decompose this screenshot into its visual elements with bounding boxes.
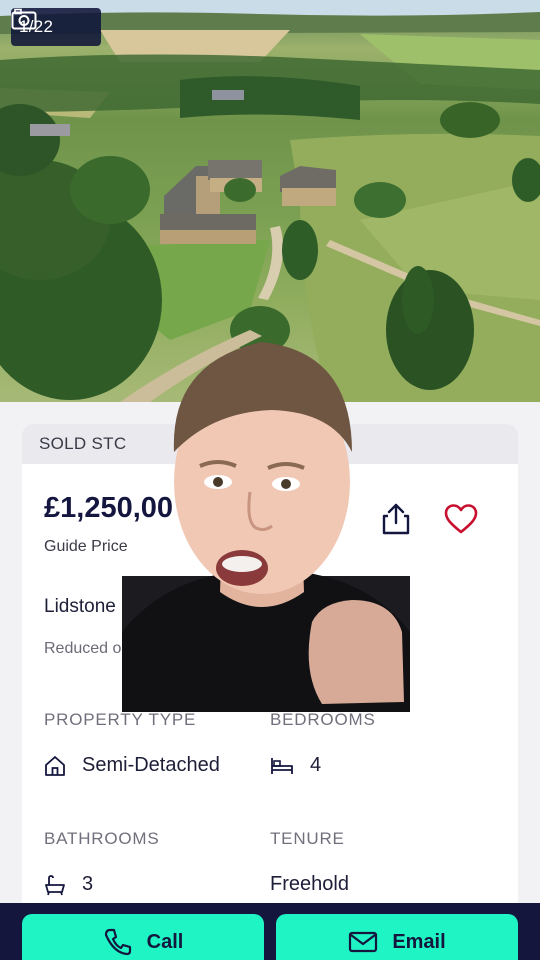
price-qualifier: Guide Price (44, 538, 128, 555)
tenure-text: Freehold (270, 873, 349, 895)
email-button-label: Email (392, 930, 446, 953)
photo-counter[interactable]: 1/22 (11, 8, 101, 46)
camera-icon (11, 8, 37, 30)
email-button[interactable]: Email (276, 914, 518, 960)
heart-icon[interactable] (443, 502, 479, 536)
property-listing-page: 1/22 SOLD STC £1,250,00 Guide Price Lids… (0, 0, 540, 960)
property-type-value: Semi-Detached (44, 754, 220, 777)
property-type-label: PROPERTY TYPE (44, 710, 197, 729)
phone-icon (104, 928, 131, 956)
bedrooms-label: BEDROOMS (270, 710, 376, 729)
call-button-label: Call (146, 930, 184, 953)
status-badge: SOLD STC (39, 434, 127, 453)
bathrooms-label: BATHROOMS (44, 829, 160, 848)
envelope-icon (349, 931, 378, 953)
tenure-value: Freehold (270, 873, 349, 896)
bathrooms-value: 3 (44, 873, 93, 896)
bedrooms-text: 4 (310, 754, 322, 776)
property-type-text: Semi-Detached (82, 754, 220, 776)
bath-icon (45, 874, 65, 895)
presenter-video-overlay (122, 342, 410, 712)
reduced-note: Reduced o (44, 640, 122, 657)
listing-address: Lidstone (44, 596, 116, 617)
bedrooms-value: 4 (270, 754, 321, 777)
house-icon (45, 755, 65, 776)
bed-icon (271, 757, 293, 774)
call-button[interactable]: Call (22, 914, 264, 960)
tenure-label: TENURE (270, 829, 345, 848)
bathrooms-text: 3 (82, 873, 94, 895)
